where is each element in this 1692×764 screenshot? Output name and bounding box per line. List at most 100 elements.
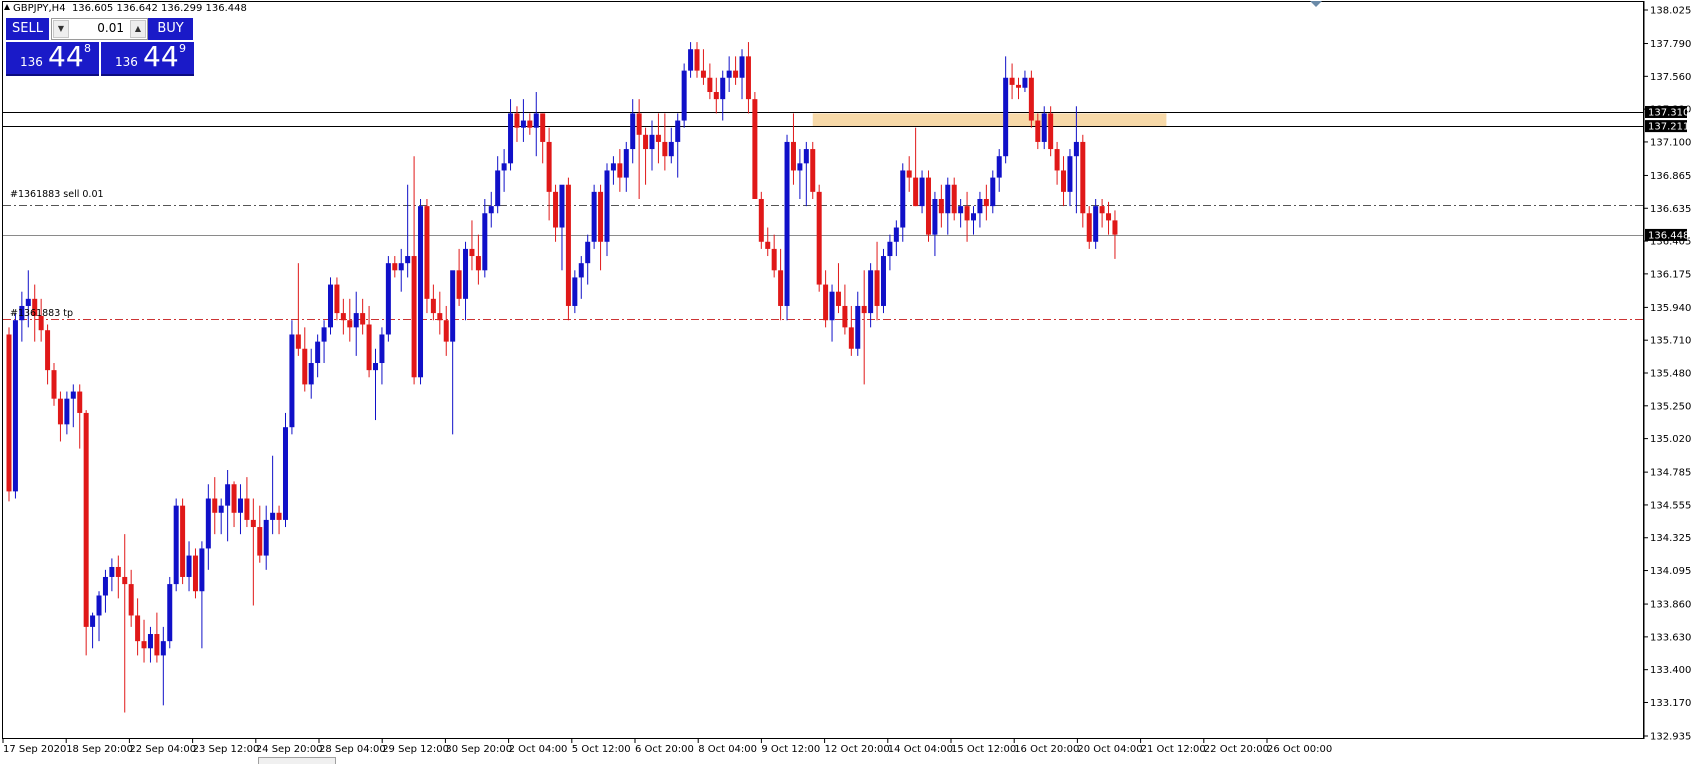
y-tick-label: 133.400 (1650, 665, 1691, 676)
candle-body (199, 548, 205, 592)
candle-body (1028, 77, 1034, 121)
candle[interactable] (385, 256, 391, 342)
candle[interactable] (816, 184, 822, 292)
candle[interactable] (328, 277, 333, 335)
candle-body (147, 634, 153, 649)
lot-decrease-icon[interactable]: ▼ (53, 20, 69, 38)
candle[interactable] (1048, 106, 1054, 157)
candle[interactable] (758, 191, 764, 249)
candle[interactable] (282, 412, 288, 528)
candle-body (790, 141, 796, 171)
candle[interactable] (784, 134, 790, 321)
candle[interactable] (681, 63, 687, 128)
y-tick-label: 134.325 (1650, 533, 1691, 544)
candle[interactable] (1028, 70, 1034, 128)
price-chart[interactable]: 138.025137.790137.560137.330137.100136.8… (0, 0, 1692, 763)
candle-body (373, 363, 379, 371)
candle[interactable] (289, 320, 295, 435)
x-tick-label: 15 Oct 12:00 (951, 744, 1016, 755)
candle-body (887, 241, 893, 257)
candle-body (90, 615, 96, 627)
lot-size-stepper[interactable]: ▼ ▲ (51, 18, 148, 40)
candle[interactable] (12, 313, 18, 499)
y-tick-label: 133.860 (1650, 600, 1691, 611)
candle-body (321, 327, 327, 342)
candle-body (1099, 206, 1105, 214)
candle-body (1009, 77, 1015, 85)
candle-body (231, 484, 237, 513)
x-tick-label: 8 Oct 04:00 (698, 744, 757, 755)
order-line-label[interactable]: #1361883 sell 0.01 (10, 189, 104, 200)
candle-body (533, 113, 539, 128)
x-tick-label: 18 Sep 20:00 (66, 744, 133, 755)
candle[interactable] (752, 92, 758, 199)
candle-body (1061, 170, 1067, 192)
candle[interactable] (810, 141, 816, 199)
candle[interactable] (167, 576, 173, 649)
supply-zone[interactable] (812, 113, 1167, 127)
candle-body (167, 584, 173, 642)
buy-price-display[interactable]: 136 44 9 (101, 40, 194, 76)
tp-line-label[interactable]: #1361883 tp (10, 308, 73, 319)
candle-body (996, 156, 1002, 178)
candle-body (109, 566, 115, 577)
x-tick-label: 30 Sep 20:00 (445, 744, 512, 755)
candle-body (128, 584, 134, 616)
candle[interactable] (180, 498, 186, 585)
candle-body (636, 113, 642, 135)
candle-body (835, 291, 841, 306)
x-tick-label: 2 Oct 04:00 (509, 744, 568, 755)
candle[interactable] (424, 198, 430, 314)
sell-button[interactable]: SELL (6, 18, 49, 40)
candle-body (572, 277, 578, 306)
lot-increase-icon[interactable]: ▲ (130, 20, 146, 38)
candle[interactable] (418, 198, 424, 385)
candle-body (64, 398, 70, 425)
x-tick-label: 20 Oct 04:00 (1077, 744, 1142, 755)
candle-body (437, 313, 443, 321)
candle[interactable] (1093, 198, 1099, 249)
candle-body (527, 120, 533, 128)
price-tag: 136.448 (1645, 228, 1689, 241)
candle[interactable] (925, 170, 931, 242)
lot-size-input[interactable] (72, 20, 124, 36)
candle-body (913, 177, 919, 207)
candle[interactable] (880, 248, 886, 314)
candle-body (688, 49, 694, 71)
candle[interactable] (83, 410, 89, 656)
candle[interactable] (192, 548, 198, 599)
candle-body (925, 177, 931, 235)
price-tag-label: 136.448 (1648, 230, 1689, 241)
candle-body (971, 213, 976, 221)
y-tick-label: 137.790 (1650, 39, 1691, 50)
candle-body (938, 198, 944, 214)
candle-body (540, 113, 546, 142)
candle-body (115, 566, 121, 577)
candle-body (893, 227, 899, 242)
candle-body (623, 149, 629, 178)
candle[interactable] (565, 177, 571, 321)
candle[interactable] (173, 498, 179, 592)
candle-body (810, 149, 816, 192)
candle-body (366, 324, 372, 371)
candle-body (662, 141, 668, 157)
candle-body (958, 206, 964, 214)
candle-body (379, 334, 385, 364)
candle[interactable] (6, 327, 12, 502)
candle-body (765, 241, 771, 249)
buy-button[interactable]: BUY (148, 18, 193, 40)
y-tick-label: 136.175 (1650, 269, 1691, 280)
y-tick-label: 135.480 (1650, 369, 1691, 380)
candle-body (77, 391, 83, 413)
sell-price-display[interactable]: 136 44 8 (6, 40, 99, 76)
candle-body (328, 284, 333, 328)
candle-body (591, 191, 597, 242)
candle-body (559, 184, 565, 228)
y-tick-label: 133.170 (1650, 698, 1691, 709)
candle-body (720, 77, 726, 100)
triangle-icon (4, 4, 10, 10)
one-click-trading-panel: SELL ▼ ▲ BUY 136 44 8 136 44 9 (6, 18, 194, 76)
candle[interactable] (591, 184, 597, 249)
candle-body (456, 270, 462, 299)
candle-body (752, 99, 758, 199)
